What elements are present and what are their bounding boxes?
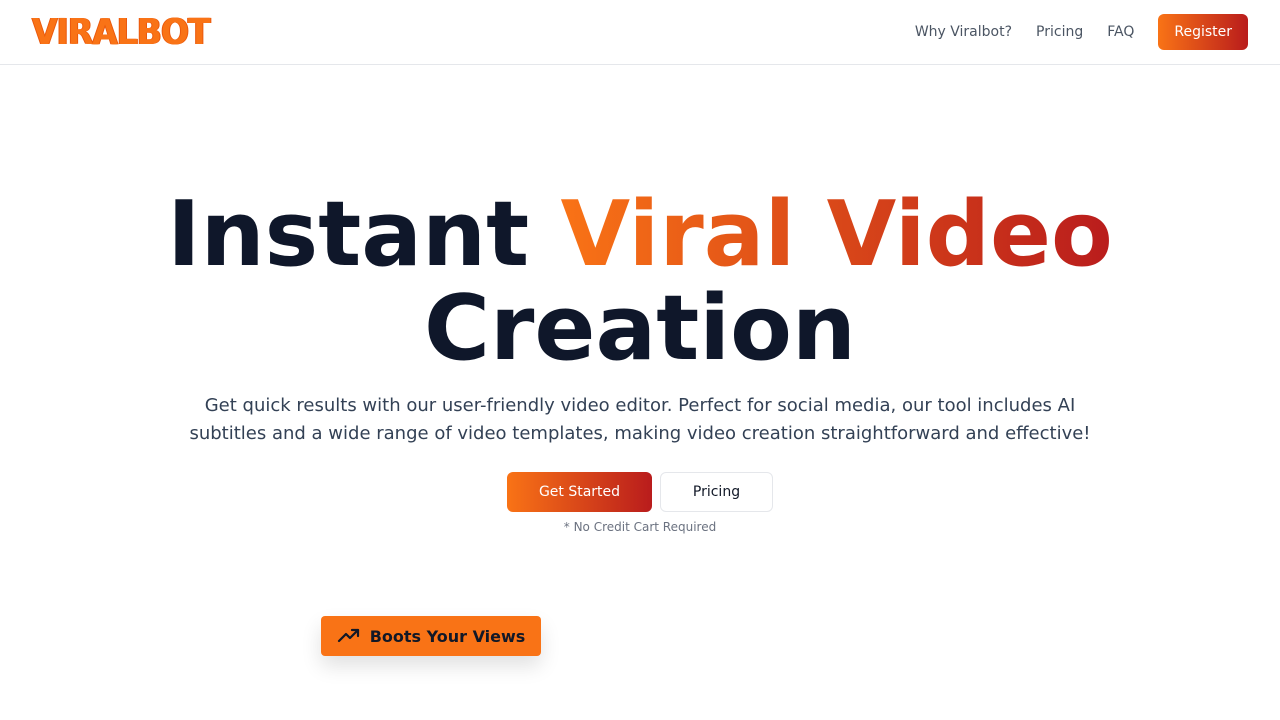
brand-logo[interactable]: VIRALBOT [32, 10, 211, 53]
navbar: VIRALBOT Why Viralbot? Pricing FAQ Regis… [0, 0, 1280, 65]
hero-headline: Instant Viral Video Creation [0, 188, 1280, 376]
no-credit-card-note: * No Credit Cart Required [563, 520, 717, 534]
hero-subtitle: Get quick results with our user-friendly… [189, 395, 1091, 444]
trending-up-icon [337, 624, 361, 648]
cta-row: Get Started Pricing [0, 472, 1280, 512]
boost-views-badge: Boots Your Views [321, 616, 541, 656]
get-started-button[interactable]: Get Started [507, 472, 652, 512]
nav-link-faq[interactable]: FAQ [1107, 24, 1134, 40]
headline-instant: Instant [167, 182, 561, 287]
boost-views-label: Boots Your Views [369, 626, 526, 646]
nav-links: Why Viralbot? Pricing FAQ Register [915, 14, 1248, 50]
headline-viral-video: Viral Video [560, 182, 1113, 287]
nav-link-pricing[interactable]: Pricing [1036, 24, 1083, 40]
headline-creation: Creation [424, 276, 856, 381]
register-button[interactable]: Register [1158, 14, 1248, 50]
pricing-button[interactable]: Pricing [660, 472, 773, 512]
nav-link-why-viralbot[interactable]: Why Viralbot? [915, 24, 1012, 40]
